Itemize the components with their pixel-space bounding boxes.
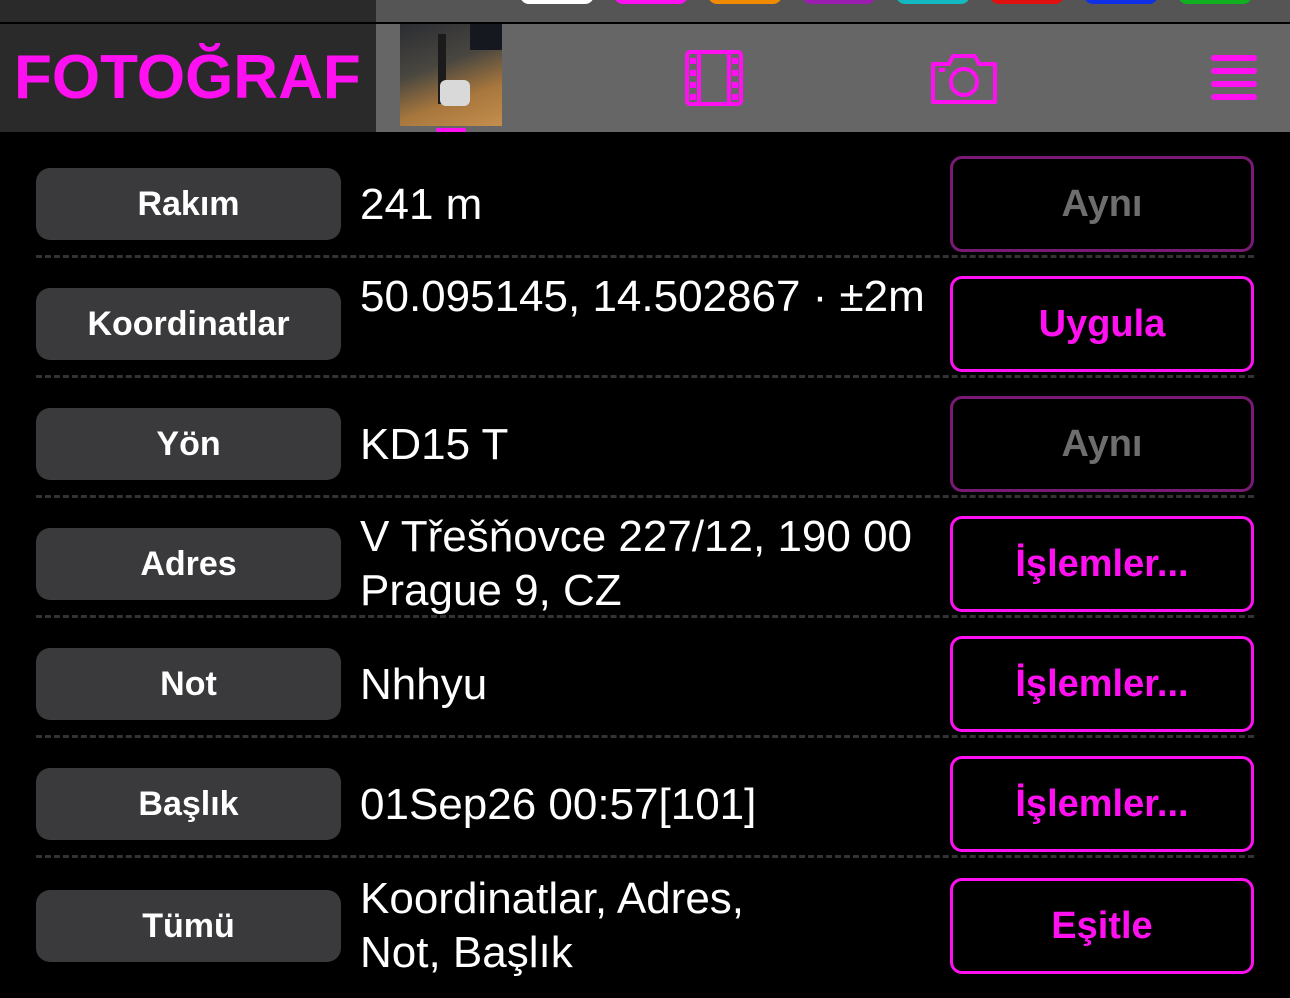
color-swatch-red[interactable] [990,0,1064,4]
thumbnail-camera-shape [440,80,470,106]
thumbnail-selected-indicator [436,128,466,132]
row-baslik: Başlık 01Sep26 00:57[101] İşlemler... [0,738,1290,858]
adres-label-button[interactable]: Adres [36,528,341,600]
yon-action-button[interactable]: Aynı [950,396,1254,492]
baslik-label-button[interactable]: Başlık [36,768,341,840]
color-swatch-blue[interactable] [1084,0,1158,4]
photo-thumbnail[interactable] [400,24,502,126]
yon-value: KD15 T [360,420,509,469]
color-swatch-magenta[interactable] [614,0,688,4]
tumu-action-button[interactable]: Eşitle [950,878,1254,974]
adres-action-button[interactable]: İşlemler... [950,516,1254,612]
thumbnail-monitor-shape [470,24,502,50]
rakim-action-button[interactable]: Aynı [950,156,1254,252]
row-not: Not Nhhyu İşlemler... [0,618,1290,738]
tumu-label-button[interactable]: Tümü [36,890,341,962]
color-swatch-white[interactable] [520,0,594,4]
rakim-label-button[interactable]: Rakım [36,168,341,240]
color-swatch-teal[interactable] [896,0,970,4]
adres-value: V Třešňovce 227/12, 190 00 Prague 9, CZ [360,512,913,615]
color-swatch-orange[interactable] [708,0,782,4]
header-title-area: FOTOĞRAF [0,24,376,132]
row-rakim: Rakım 241 m Aynı [0,138,1290,258]
top-strip-left [0,0,376,22]
app-title: FOTOĞRAF [14,43,361,112]
rakim-value: 241 m [360,180,483,229]
header-toolbar [376,24,1290,132]
row-koordinatlar: Koordinatlar 50.095145, 14.502867 · ±2m … [0,258,1290,378]
not-value: Nhhyu [360,660,488,709]
row-tumu: Tümü Koordinatlar, Adres, Not, Başlık Eş… [0,858,1290,978]
row-yon: Yön KD15 T Aynı [0,378,1290,498]
hamburger-menu-icon[interactable] [1208,52,1260,104]
top-color-strip [0,0,1290,24]
baslik-value: 01Sep26 00:57[101] [360,780,757,829]
color-swatch-purple[interactable] [802,0,876,4]
koordinatlar-label-button[interactable]: Koordinatlar [36,288,341,360]
koordinatlar-value: 50.095145, 14.502867 · ±2m [360,272,925,321]
not-label-button[interactable]: Not [36,648,341,720]
color-swatch-green[interactable] [1178,0,1252,4]
tumu-value: Koordinatlar, Adres, Not, Başlık [360,874,745,977]
not-action-button[interactable]: İşlemler... [950,636,1254,732]
yon-label-button[interactable]: Yön [36,408,341,480]
camera-icon[interactable] [928,48,1000,108]
row-adres: Adres V Třešňovce 227/12, 190 00 Prague … [0,498,1290,618]
baslik-action-button[interactable]: İşlemler... [950,756,1254,852]
app-header: FOTOĞRAF [0,24,1290,132]
film-strip-icon[interactable] [684,48,744,108]
koordinatlar-action-button[interactable]: Uygula [950,276,1254,372]
